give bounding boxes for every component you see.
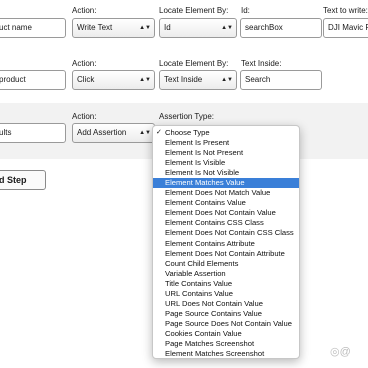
action-select-value: Add Assertion bbox=[77, 128, 127, 137]
dropdown-option[interactable]: Element Contains Attribute bbox=[153, 239, 299, 249]
assertion-type-dropdown[interactable]: ✓ Choose Type Element Is Present Element Is… bbox=[152, 125, 300, 359]
dropdown-option[interactable]: Page Source Contains Value bbox=[153, 309, 299, 319]
step-row-1: Action: Locate Element By: Id: Text to w… bbox=[0, 0, 368, 48]
dropdown-option[interactable]: Element Does Not Contain Value bbox=[153, 208, 299, 218]
select-arrows-icon: ▲▼ bbox=[139, 76, 151, 83]
id-label: Id: bbox=[241, 6, 250, 15]
step-name-input[interactable]: product bbox=[0, 70, 66, 90]
dropdown-option[interactable]: Element Matches Screenshot bbox=[153, 349, 299, 359]
action-label: Action: bbox=[72, 59, 97, 68]
dropdown-option[interactable]: Element Is Not Present bbox=[153, 148, 299, 158]
dropdown-option-label: Cookies Contain Value bbox=[165, 328, 242, 338]
locate-by-label: Locate Element By: bbox=[159, 59, 229, 68]
dropdown-option-label: Page Source Does Not Contain Value bbox=[165, 318, 292, 328]
dropdown-option[interactable]: Element Contains CSS Class bbox=[153, 218, 299, 228]
dropdown-option-label: Choose Type bbox=[165, 128, 210, 137]
locate-by-label: Locate Element By: bbox=[159, 6, 229, 15]
dropdown-option-label: Element Matches Value bbox=[165, 178, 245, 188]
action-label: Action: bbox=[72, 112, 97, 121]
dropdown-option[interactable]: Variable Assertion bbox=[153, 269, 299, 279]
dropdown-option[interactable]: Element Does Not Contain Attribute bbox=[153, 249, 299, 259]
dropdown-option-label: URL Contains Value bbox=[165, 288, 233, 298]
dropdown-option-label: Element Does Not Contain Attribute bbox=[165, 248, 285, 258]
dropdown-option[interactable]: Element Is Present bbox=[153, 138, 299, 148]
action-select-value: Click bbox=[77, 75, 95, 84]
dropdown-option-label: Element Is Not Present bbox=[165, 148, 244, 158]
dropdown-option[interactable]: Element Matches Value bbox=[153, 178, 299, 189]
dropdown-option-label: Element Contains Value bbox=[165, 198, 246, 208]
dropdown-option[interactable]: Element Does Not Contain CSS Class bbox=[153, 228, 299, 238]
action-select[interactable]: Add Assertion ▲▼ bbox=[72, 123, 155, 143]
dropdown-option[interactable]: URL Does Not Contain Value bbox=[153, 299, 299, 309]
select-arrows-icon: ▲▼ bbox=[139, 129, 151, 136]
dropdown-option-label: Element Does Not Match Value bbox=[165, 188, 271, 198]
dropdown-option-label: Element Does Not Contain Value bbox=[165, 208, 276, 218]
dropdown-option-label: Element Does Not Contain CSS Class bbox=[165, 228, 294, 238]
dropdown-option-label: Page Source Contains Value bbox=[165, 308, 262, 318]
dropdown-option[interactable]: Title Contains Value bbox=[153, 279, 299, 289]
dropdown-option[interactable]: URL Contains Value bbox=[153, 289, 299, 299]
action-label: Action: bbox=[72, 6, 97, 15]
id-input[interactable]: searchBox bbox=[240, 18, 322, 38]
watermark-icon: ◎@ bbox=[330, 346, 351, 358]
dropdown-option[interactable]: Page Matches Screenshot bbox=[153, 339, 299, 349]
action-select[interactable]: Write Text ▲▼ bbox=[72, 18, 155, 38]
dropdown-option-label: Element Matches Screenshot bbox=[165, 349, 265, 359]
locate-by-select[interactable]: Text Inside ▲▼ bbox=[159, 70, 237, 90]
text-to-write-input[interactable]: DJI Mavic Pro bbox=[323, 18, 368, 38]
text-inside-input[interactable]: Search bbox=[240, 70, 322, 90]
dropdown-option-label: Element Is Visible bbox=[165, 158, 226, 168]
checkmark-icon: ✓ bbox=[156, 129, 162, 136]
dropdown-option[interactable]: Element Contains Value bbox=[153, 198, 299, 208]
dropdown-option-label: Page Matches Screenshot bbox=[165, 338, 255, 348]
dropdown-option[interactable]: Page Source Does Not Contain Value bbox=[153, 319, 299, 329]
dropdown-option-label: Title Contains Value bbox=[165, 278, 233, 288]
dropdown-option[interactable]: Element Does Not Match Value bbox=[153, 188, 299, 198]
step-name-input[interactable]: ults bbox=[0, 123, 66, 143]
dropdown-option[interactable]: Element Is Visible bbox=[153, 158, 299, 168]
dropdown-option[interactable]: ✓ Choose Type bbox=[153, 128, 299, 138]
dropdown-option-label: Element Is Present bbox=[165, 138, 230, 148]
select-arrows-icon: ▲▼ bbox=[221, 76, 233, 83]
dropdown-option-label: Element Is Not Visible bbox=[165, 168, 240, 178]
dropdown-option-label: Count Child Elements bbox=[165, 258, 239, 268]
locate-by-select-value: Id bbox=[164, 23, 171, 32]
locate-by-select-value: Text Inside bbox=[164, 75, 203, 84]
locate-by-select[interactable]: Id ▲▼ bbox=[159, 18, 237, 38]
dropdown-option-label: Variable Assertion bbox=[165, 268, 226, 278]
select-arrows-icon: ▲▼ bbox=[139, 24, 151, 31]
action-select-value: Write Text bbox=[77, 23, 113, 32]
dropdown-option-label: URL Does Not Contain Value bbox=[165, 298, 263, 308]
dropdown-option[interactable]: Element Is Not Visible bbox=[153, 168, 299, 178]
assertion-type-label: Assertion Type: bbox=[159, 112, 214, 121]
dropdown-option[interactable]: Count Child Elements bbox=[153, 259, 299, 269]
text-inside-label: Text Inside: bbox=[241, 59, 282, 68]
action-select[interactable]: Click ▲▼ bbox=[72, 70, 155, 90]
text-to-write-label: Text to write: bbox=[323, 6, 368, 15]
select-arrows-icon: ▲▼ bbox=[221, 24, 233, 31]
add-step-button[interactable]: d Step bbox=[0, 170, 46, 190]
step-name-input[interactable]: uct name bbox=[0, 18, 66, 38]
dropdown-option-label: Element Contains CSS Class bbox=[165, 218, 264, 228]
step-row-2: Action: Locate Element By: Text Inside: … bbox=[0, 48, 368, 98]
dropdown-option[interactable]: Cookies Contain Value bbox=[153, 329, 299, 339]
dropdown-option-label: Element Contains Attribute bbox=[165, 238, 255, 248]
